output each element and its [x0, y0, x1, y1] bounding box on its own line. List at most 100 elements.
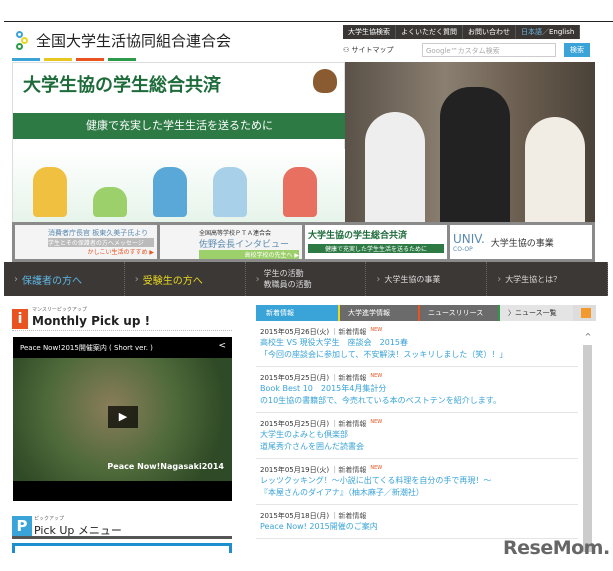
banner-text: 佐野会長インタビュー: [199, 240, 290, 250]
chevron-right-icon: ›: [255, 273, 260, 285]
news-date: 2015年05月19日(火): [260, 466, 330, 474]
chevron-right-icon: ›: [134, 273, 139, 285]
news-item: 2015年05月26日(火) ｜新着情報 NEW 高校生 VS 現役大学生 座談会 …: [256, 321, 578, 367]
news-meta: 2015年05月26日(火) ｜新着情報 NEW: [260, 327, 574, 337]
banner-text: UNIV.: [453, 231, 485, 246]
banner-pta-interview[interactable]: 全国高等学校ＰＴＡ連合会 佐野会長インタビュー 高校学校の先生へ ▶: [160, 225, 302, 259]
color-bar: [12, 58, 136, 61]
news-link[interactable]: Peace Now! 2015開催のご案内: [260, 521, 574, 533]
sitemap-link[interactable]: ⚇ サイトマップ: [343, 45, 394, 55]
new-badge: NEW: [370, 327, 383, 333]
news-link[interactable]: 大学生のよみとも倶楽部: [260, 429, 574, 441]
new-badge: NEW: [370, 419, 383, 425]
news-link[interactable]: の10生協の書籍部で、今売れている本のベストテンを紹介します。: [260, 395, 574, 407]
banner-mutual-aid[interactable]: 大学生協の学生総合共済 健康で充実した学生生活を送るために: [305, 225, 447, 259]
pickup-menu-heading: P ピックアップ Pick Up メニュー: [12, 515, 232, 539]
banner-link: かしこい生活のすすめ ▶: [87, 249, 154, 256]
tab-admission-info[interactable]: 大学進学情報: [338, 305, 418, 321]
heading-kana: マンスリーピックアップ: [32, 307, 87, 313]
banner-link: 高校学校の先生へ ▶: [199, 250, 299, 259]
news-date: 2015年05月25日(月): [260, 374, 330, 382]
heading-kana: ピックアップ: [34, 516, 65, 522]
news-date: 2015年05月25日(月): [260, 420, 330, 428]
news-list: 2015年05月26日(火) ｜新着情報 NEW 高校生 VS 現役大学生 座談会 …: [256, 321, 578, 539]
chevron-right-icon: ›: [497, 273, 502, 285]
banner-text: 大学生協の学生総合共済: [308, 231, 408, 241]
hero-illustration: [13, 149, 346, 223]
banner-text: 消費者庁長官 板東久美子氏より: [48, 229, 149, 237]
news-category: ｜新着情報: [331, 374, 367, 382]
hero-banner[interactable]: 大学生協の学生総合共済 健康で充実した学生生活を送るために: [12, 62, 346, 223]
sitemap-icon: ⚇: [343, 46, 352, 54]
news-item: 2015年05月19日(火) ｜新着情報 NEW レッツクッキング！～小説に出てくる…: [256, 459, 578, 505]
chevron-right-icon: ›: [14, 273, 18, 285]
monthly-pickup-heading: i マンスリーピックアップ Monthly Pick up !: [12, 305, 232, 331]
search-input[interactable]: Google™カスタム検索: [422, 43, 556, 57]
nav-label: 大学生協の事業: [384, 274, 441, 284]
news-item: 2015年05月25日(月) ｜新着情報 NEW Book Best 10 2015…: [256, 367, 578, 413]
news-category: ｜新着情報: [331, 328, 367, 336]
nav-label: 教職員の活動: [263, 280, 312, 289]
news-category: ｜新着情報: [331, 512, 367, 520]
nav-activities[interactable]: › 学生の活動 教職員の活動: [246, 262, 367, 296]
video-title[interactable]: Peace Now!2015開催案内 ( Short ver. ): [20, 343, 153, 353]
news-link[interactable]: 高校生 VS 現役大学生 座談会 2015春: [260, 337, 574, 349]
org-name: 全国大学生活協同組合連合会: [36, 32, 232, 50]
tab-news-release[interactable]: ニュースリリース: [418, 305, 498, 321]
banner-text: 学生とその保護者の方へメッセージ: [48, 238, 154, 247]
top-nav-coop-search[interactable]: 大学生協検索: [343, 25, 396, 39]
share-icon[interactable]: <: [218, 341, 226, 351]
main-nav: › 保護者の方へ › 受験生の方へ › 学生の活動 教職員の活動 › 大学生協の事業 › 大…: [4, 262, 608, 296]
hero-subtitle: 健康で充実した学生生活を送るために: [13, 113, 346, 139]
chevron-right-icon: ›: [376, 273, 381, 285]
nav-label: 大学生協とは？: [505, 274, 562, 284]
scrollbar-thumb[interactable]: [583, 345, 592, 552]
news-date: 2015年05月18日(月): [260, 512, 330, 520]
top-nav: 大学生協検索 よくいただく質問 お問い合わせ 日本語／English: [343, 25, 581, 39]
banner-univ-coop[interactable]: UNIV. CO-OP 大学生協の事業: [450, 225, 592, 259]
news-tabs: 新着情報 大学進学情報 ニュースリリース 〉ニュース一覧: [256, 305, 596, 321]
search-button[interactable]: 検索: [564, 43, 590, 57]
video-caption: Peace Now!Nagasaki2014: [107, 462, 224, 471]
hero-title: 大学生協の学生総合共済: [23, 75, 221, 96]
nav-label: 受験生の方へ: [142, 275, 203, 287]
nav-about[interactable]: › 大学生協とは？: [487, 262, 608, 296]
news-link[interactable]: Book Best 10 2015年4月集計分: [260, 383, 574, 395]
news-item: 2015年05月25日(月) ｜新着情報 NEW 大学生のよみとも倶楽部 道尾秀介さん…: [256, 413, 578, 459]
news-list-link[interactable]: 〉ニュース一覧: [498, 305, 573, 321]
rss-icon[interactable]: [581, 308, 591, 318]
news-link[interactable]: 「今回の座談会に参加して、不安解決！スッキリしました（笑）！」: [260, 349, 574, 361]
lang-separator: ／: [542, 28, 549, 36]
coop-logo-icon: [16, 30, 30, 51]
news-category: ｜新着情報: [331, 466, 367, 474]
header-rule: [4, 21, 613, 22]
play-icon[interactable]: ▶: [108, 406, 138, 428]
site-logo[interactable]: 全国大学生活協同組合連合会: [16, 30, 231, 51]
nav-applicants[interactable]: › 受験生の方へ: [125, 262, 246, 296]
watermark-logo: ReseMom.: [503, 537, 610, 559]
banner-row: 消費者庁長官 板東久美子氏より 学生とその保護者の方へメッセージかしこい生活のすす…: [12, 222, 595, 262]
lang-switch: 日本語／English: [516, 25, 581, 39]
heading-title: Pick Up メニュー: [34, 524, 122, 537]
nav-business[interactable]: › 大学生協の事業: [366, 262, 488, 296]
lang-ja[interactable]: 日本語: [521, 28, 542, 36]
banner-text: CO-OP: [453, 245, 473, 253]
nav-label: 保護者の方へ: [22, 275, 82, 287]
banner-consumer-agency[interactable]: 消費者庁長官 板東久美子氏より 学生とその保護者の方へメッセージかしこい生活のすす…: [15, 225, 157, 259]
news-meta: 2015年05月25日(月) ｜新着情報 NEW: [260, 373, 574, 383]
info-icon: i: [12, 309, 28, 329]
pickup-menu-box: [12, 543, 232, 553]
tab-new-info[interactable]: 新着情報: [256, 305, 338, 321]
lang-en[interactable]: English: [549, 28, 574, 36]
news-link[interactable]: レッツクッキング！～小説に出てくる料理を自分の手で再現！～: [260, 475, 574, 487]
news-link[interactable]: 道尾秀介さんを囲んだ読書会: [260, 441, 574, 453]
top-nav-contact[interactable]: お問い合わせ: [463, 25, 516, 39]
top-nav-faq[interactable]: よくいただく質問: [396, 25, 463, 39]
news-meta: 2015年05月18日(月) ｜新着情報: [260, 511, 574, 521]
banner-text: 大学生協の事業: [490, 238, 554, 249]
nav-parents[interactable]: › 保護者の方へ: [4, 262, 125, 296]
video-player[interactable]: Peace Now!2015開催案内 ( Short ver. ) < ▶ Pe…: [13, 337, 232, 501]
news-link[interactable]: 『本屋さんのダイアナ』（柚木麻子／新潮社）: [260, 487, 574, 499]
video-thumbnail[interactable]: ▶ Peace Now!Nagasaki2014: [13, 358, 232, 481]
scroll-up-icon[interactable]: ^: [582, 332, 594, 341]
